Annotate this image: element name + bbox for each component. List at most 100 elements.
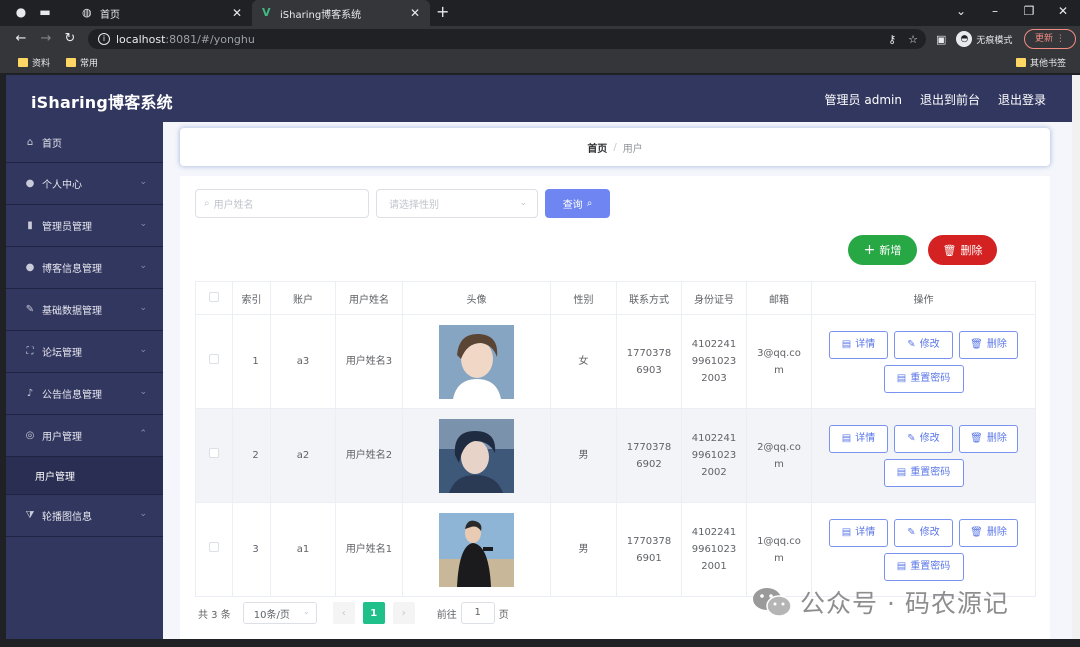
select-all-checkbox[interactable] [195, 281, 233, 315]
goto-page-input[interactable]: 1 [460, 602, 495, 624]
new-tab-button[interactable]: + [436, 4, 449, 20]
chevron-down-icon: ⌄ [139, 261, 147, 271]
sidebar-item-admins[interactable]: ▮ 管理员管理 ⌄ [6, 205, 163, 247]
brand-title: iSharing博客系统 [31, 93, 173, 112]
search-icon: ⌕ [204, 198, 210, 209]
back-icon[interactable]: ← [12, 30, 30, 48]
reload-icon[interactable]: ↻ [61, 30, 79, 48]
batch-delete-button[interactable]: 🗑︎ 删除 [928, 235, 997, 265]
sidebar: ⌂ 首页 ● 个人中心 ⌄ ▮ 管理员管理 ⌄ ● 博客信息管理 ⌄ ✎ 基础数… [6, 122, 163, 639]
document-icon: ▤ [896, 373, 907, 384]
delete-button[interactable]: 🗑︎ 删除 [959, 424, 1018, 453]
incognito-indicator[interactable]: ▣ ◓ 无痕模式 [936, 31, 1012, 47]
next-page-button[interactable]: › [392, 602, 415, 624]
logout-link[interactable]: 退出登录 [998, 91, 1046, 108]
cell-id-card: 410224199610232003 [681, 314, 747, 409]
sidepanel-icon[interactable]: ▣ [936, 33, 946, 46]
exit-to-frontend-link[interactable]: 退出到前台 [920, 91, 980, 108]
sidebar-item-blogs[interactable]: ● 博客信息管理 ⌄ [6, 247, 163, 289]
close-window-icon[interactable]: ✕ [1046, 0, 1080, 24]
fullscreen-icon: ⛶ [26, 346, 34, 357]
sidebar-item-notice[interactable]: ♪ 公告信息管理 ⌄ [6, 373, 163, 415]
address-bar[interactable]: i localhost:8081/#/yonghu ⚷ ☆ [88, 29, 926, 49]
other-bookmarks[interactable]: 其他书签 [1016, 56, 1066, 69]
cell-phone: 17703786902 [616, 408, 682, 503]
close-icon[interactable]: ✕ [410, 6, 420, 20]
edit-button[interactable]: ✎ 修改 [894, 424, 953, 453]
table-row: 2 a2 用户姓名2 男 17703786902 410224199610232… [195, 408, 1036, 503]
sidebar-item-forum[interactable]: ⛶ 论坛管理 ⌄ [6, 331, 163, 373]
page-scrollbar[interactable] [1072, 75, 1080, 639]
edit-button[interactable]: ✎ 修改 [894, 518, 953, 547]
minimize-icon[interactable]: – [978, 0, 1012, 24]
cell-email: 1@qq.com [746, 502, 812, 597]
chevron-down-icon: ⌄ [139, 219, 147, 229]
page-number-current[interactable]: 1 [362, 602, 385, 624]
page-size-select[interactable]: 10条/页 ⌄ [242, 602, 317, 624]
compass-icon: ◎ [25, 430, 35, 441]
prev-page-button[interactable]: ‹ [332, 602, 355, 624]
cell-id-card: 410224199610232002 [681, 408, 747, 503]
browser-menu-icon[interactable]: ● [14, 5, 28, 19]
document-icon: ▤ [896, 467, 907, 478]
key-icon[interactable]: ⚷ [888, 33, 896, 46]
query-button[interactable]: 查询 ⌕ [545, 189, 610, 218]
edit-button[interactable]: ✎ 修改 [894, 330, 953, 359]
chevron-down-icon: ⌄ [139, 387, 147, 397]
microphone-icon: ♪ [26, 388, 34, 399]
avatar [439, 418, 514, 493]
reset-password-button[interactable]: ▤ 重置密码 [883, 364, 964, 393]
row-checkbox[interactable] [195, 408, 233, 503]
chart-icon: ▮ [27, 220, 33, 231]
detail-button[interactable]: ▤ 详情 [829, 424, 888, 453]
sidebar-item-users[interactable]: ◎ 用户管理 ⌃ [6, 415, 163, 457]
detail-button[interactable]: ▤ 详情 [829, 330, 888, 359]
sidebar-item-basedata[interactable]: ✎ 基础数据管理 ⌄ [6, 289, 163, 331]
reset-password-button[interactable]: ▤ 重置密码 [883, 458, 964, 487]
breadcrumb-home[interactable]: 首页 [587, 140, 607, 155]
sidebar-item-carousel[interactable]: ⧩ 轮播图信息 ⌄ [6, 495, 163, 537]
name-search-input[interactable]: ⌕ 用户姓名 [195, 189, 369, 218]
update-button[interactable]: 更新 ⋮ [1024, 29, 1076, 49]
trash-icon: 🗑︎ [942, 243, 957, 257]
forward-icon[interactable]: → [37, 30, 55, 48]
close-icon[interactable]: ✕ [232, 6, 242, 20]
cell-actions: ▤ 详情 ✎ 修改 🗑︎ 删除 ▤ 重置密码 [811, 408, 1036, 503]
folder-icon [18, 58, 28, 67]
row-checkbox[interactable] [195, 314, 233, 409]
avatar [439, 512, 514, 587]
cell-avatar [402, 502, 551, 597]
delete-button[interactable]: 🗑︎ 删除 [959, 330, 1018, 359]
detail-button[interactable]: ▤ 详情 [829, 518, 888, 547]
bookmark-folder[interactable]: 资料 [18, 56, 50, 69]
edit-icon: ✎ [907, 527, 916, 538]
document-icon: ▤ [841, 527, 852, 538]
reset-password-button[interactable]: ▤ 重置密码 [883, 552, 964, 581]
info-icon[interactable]: i [98, 33, 110, 45]
goto-suffix: 页 [498, 609, 509, 621]
add-button[interactable]: + 新增 [848, 235, 917, 265]
cell-account: a2 [270, 408, 336, 503]
app-header: iSharing博客系统 管理员 admin 退出到前台 退出登录 [6, 75, 1072, 122]
column-header: 头像 [402, 281, 551, 315]
star-icon[interactable]: ☆ [908, 33, 918, 46]
edit-icon: ✎ [907, 433, 916, 444]
column-header: 性别 [550, 281, 617, 315]
breadcrumb: 首页 / 用户 [180, 128, 1050, 166]
sidebar-subitem-user-management[interactable]: 用户管理 [6, 457, 163, 495]
bookmark-folder[interactable]: 常用 [66, 56, 98, 69]
sidebar-item-profile[interactable]: ● 个人中心 ⌄ [6, 163, 163, 205]
document-icon: ▤ [841, 433, 852, 444]
browser-tab-home[interactable]: ◍ 首页 ✕ [72, 0, 252, 26]
sidebar-item-home[interactable]: ⌂ 首页 [6, 122, 163, 163]
chevron-down-icon[interactable]: ⌄ [944, 0, 978, 24]
restore-icon[interactable]: ❐ [1012, 0, 1046, 24]
cell-index: 1 [232, 314, 271, 409]
browser-tab-isharing[interactable]: V iSharing博客系统 ✕ [252, 0, 430, 26]
column-header: 账户 [270, 281, 336, 315]
tab-overview-icon[interactable]: ▬ [38, 5, 52, 19]
delete-button[interactable]: 🗑︎ 删除 [959, 518, 1018, 547]
row-checkbox[interactable] [195, 502, 233, 597]
gender-select[interactable]: 请选择性别 ⌄ [376, 189, 538, 218]
trash-icon: 🗑︎ [970, 433, 983, 444]
